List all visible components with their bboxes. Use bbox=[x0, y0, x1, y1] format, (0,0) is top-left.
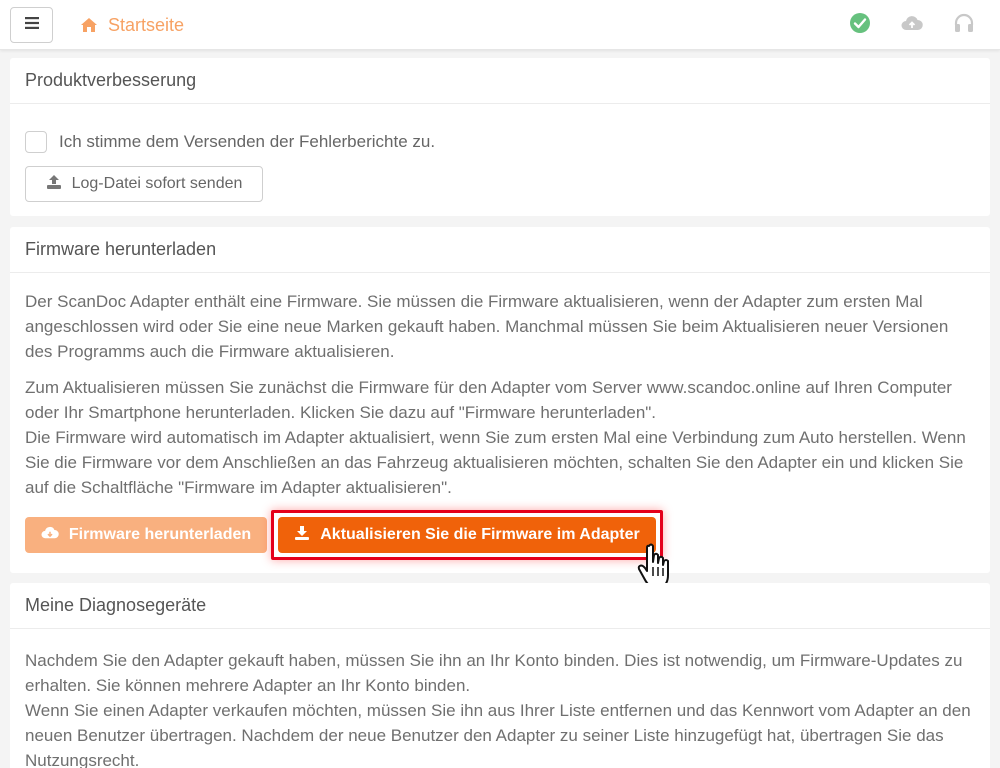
firmware-instructions-line1: Zum Aktualisieren müssen Sie zunächst di… bbox=[25, 378, 952, 422]
home-link[interactable]: Startseite bbox=[80, 13, 184, 37]
card-title: Meine Diagnosegeräte bbox=[10, 583, 990, 629]
devices-description-line2: Wenn Sie einen Adapter verkaufen möchten… bbox=[25, 701, 971, 768]
send-log-label: Log-Datei sofort senden bbox=[71, 175, 243, 192]
headset-icon[interactable] bbox=[953, 12, 975, 34]
download-firmware-label: Firmware herunterladen bbox=[68, 526, 252, 543]
top-bar: Startseite bbox=[0, 0, 1000, 50]
check-circle-icon[interactable] bbox=[849, 12, 871, 34]
update-firmware-label: Aktualisieren Sie die Firmware im Adapte… bbox=[320, 526, 640, 543]
update-firmware-button[interactable]: Aktualisieren Sie die Firmware im Adapte… bbox=[278, 517, 656, 553]
firmware-instructions: Zum Aktualisieren müssen Sie zunächst di… bbox=[25, 375, 975, 500]
upload-icon bbox=[46, 174, 62, 195]
cloud-upload-icon[interactable] bbox=[901, 12, 923, 34]
consent-checkbox[interactable] bbox=[25, 131, 47, 153]
devices-description: Nachdem Sie den Adapter gekauft haben, m… bbox=[25, 648, 975, 768]
product-improvement-card: Produktverbesserung Ich stimme dem Verse… bbox=[10, 58, 990, 216]
home-icon bbox=[80, 17, 98, 33]
download-firmware-button[interactable]: Firmware herunterladen bbox=[25, 517, 267, 553]
firmware-instructions-line2: Die Firmware wird automatisch im Adapter… bbox=[25, 428, 966, 497]
consent-label: Ich stimme dem Versenden der Fehlerberic… bbox=[59, 132, 436, 151]
firmware-description: Der ScanDoc Adapter enthält eine Firmwar… bbox=[25, 292, 949, 361]
firmware-card: Firmware herunterladen Der ScanDoc Adapt… bbox=[10, 227, 990, 588]
card-title: Firmware herunterladen bbox=[10, 227, 990, 273]
consent-row[interactable]: Ich stimme dem Versenden der Fehlerberic… bbox=[25, 131, 435, 153]
send-log-button[interactable]: Log-Datei sofort senden bbox=[25, 166, 263, 202]
cloud-download-icon bbox=[41, 526, 59, 544]
devices-card: Meine Diagnosegeräte Nachdem Sie den Ada… bbox=[10, 583, 990, 768]
hamburger-icon bbox=[24, 16, 39, 34]
card-title: Produktverbesserung bbox=[10, 58, 990, 104]
menu-button[interactable] bbox=[10, 7, 53, 43]
download-icon bbox=[294, 525, 310, 546]
devices-description-line1: Nachdem Sie den Adapter gekauft haben, m… bbox=[25, 651, 963, 695]
home-label: Startseite bbox=[108, 14, 185, 35]
